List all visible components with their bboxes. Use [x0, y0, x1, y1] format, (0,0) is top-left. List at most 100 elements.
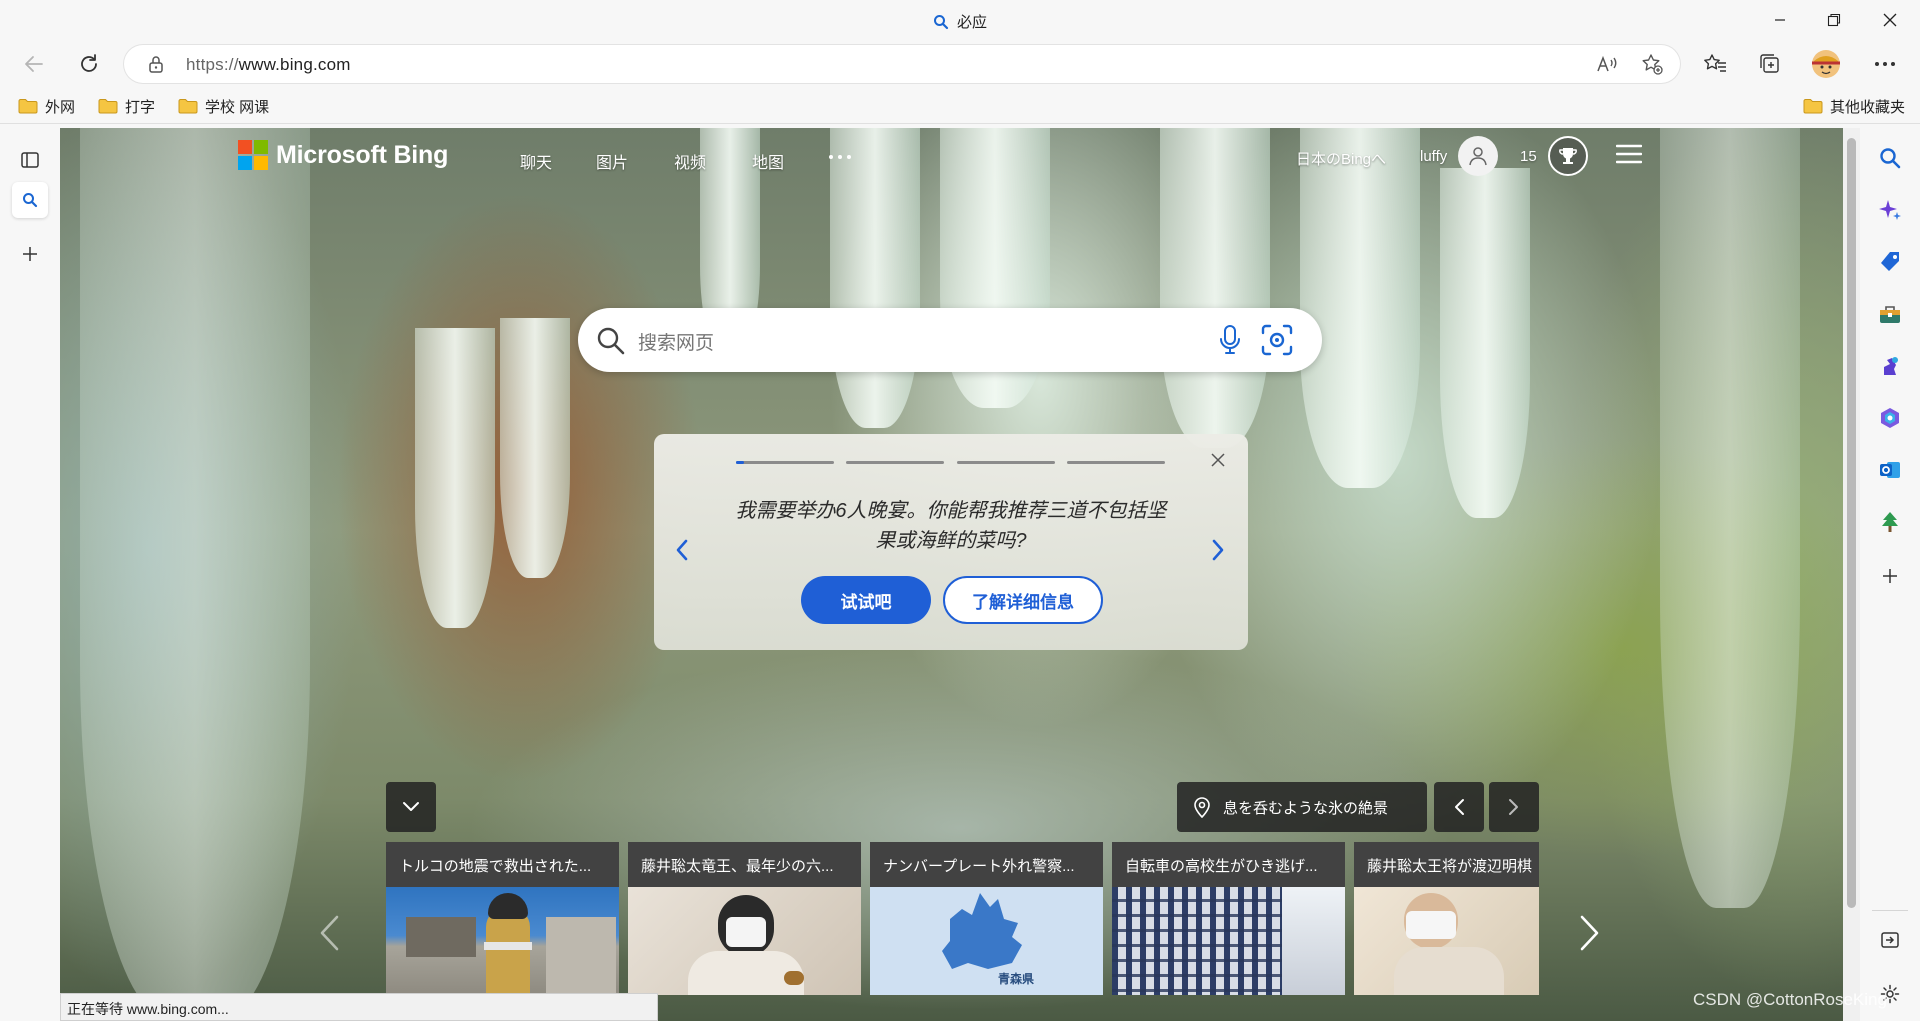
news-thumbnail [386, 887, 619, 995]
bing-logo[interactable]: Microsoft Bing [238, 140, 448, 170]
profile-avatar-button[interactable] [1808, 46, 1844, 82]
user-avatar-icon [1469, 147, 1487, 166]
chevron-left-icon [676, 539, 688, 561]
address-row: https://www.bing.com [0, 40, 1920, 88]
bookmark-folder-waiwang[interactable]: 外网 [18, 94, 75, 118]
collapse-feed-button[interactable] [386, 782, 436, 832]
vertical-tabs-panel [0, 124, 60, 1021]
scrollbar-thumb[interactable] [1847, 138, 1856, 908]
nav-chat[interactable]: 聊天 [520, 149, 552, 173]
sidebar-copilot-button[interactable] [1872, 192, 1908, 228]
card-close-button[interactable] [1210, 452, 1226, 473]
news-card[interactable]: ナンバープレート外れ警察... 青森県 [870, 842, 1103, 995]
sidebar-games-button[interactable] [1872, 348, 1908, 384]
bing-search-icon [23, 193, 38, 208]
folder-icon [18, 99, 38, 114]
bookmark-folder-school[interactable]: 学校 网课 [178, 94, 269, 118]
vertical-scrollbar[interactable] [1843, 128, 1860, 1021]
news-card[interactable]: 藤井聡太竜王、最年少の六... [628, 842, 861, 995]
chevron-left-icon [320, 915, 339, 951]
voice-search-button[interactable] [1218, 324, 1242, 361]
card-prev-button[interactable] [674, 538, 690, 567]
tab-bing[interactable] [12, 182, 48, 218]
page-viewport: Microsoft Bing 聊天 图片 视频 地图 日本のBingへ luff… [60, 128, 1843, 1021]
sidebar-add-button[interactable] [1872, 558, 1908, 594]
bing-search-icon [933, 15, 949, 30]
nav-more-button[interactable] [828, 140, 852, 166]
status-bar: 正在等待 www.bing.com... [60, 993, 658, 1021]
news-next-button[interactable] [1579, 914, 1601, 957]
nav-maps[interactable]: 地图 [752, 149, 784, 173]
search-box[interactable]: 搜索网页 [578, 308, 1322, 372]
favorites-button[interactable] [1697, 46, 1733, 82]
close-icon [1883, 13, 1897, 27]
restore-button[interactable] [1806, 0, 1862, 40]
minimize-icon [1775, 19, 1785, 21]
try-button[interactable]: 试试吧 [801, 576, 931, 624]
lock-icon[interactable] [148, 55, 164, 78]
favorites-icon [1704, 54, 1726, 72]
hide-sidebar-button[interactable] [1872, 922, 1908, 958]
prev-image-button[interactable] [1434, 782, 1484, 832]
sidebar-tools-button[interactable] [1872, 296, 1908, 332]
news-card[interactable]: 藤井聡太王将が渡辺明棋 [1354, 842, 1539, 995]
nav-videos[interactable]: 视频 [674, 149, 706, 173]
background-icicle [1300, 128, 1420, 488]
tab-actions-button[interactable] [12, 142, 48, 178]
map-label: 青森県 [998, 972, 1035, 986]
progress-step-2 [846, 461, 944, 464]
bing-logo-text: Microsoft Bing [276, 140, 449, 169]
sidebar-search-button[interactable] [1872, 140, 1908, 176]
close-icon [1211, 453, 1225, 467]
news-card[interactable]: 自転車の高校生がひき逃げ... [1112, 842, 1345, 995]
search-input[interactable]: 搜索网页 [638, 328, 714, 355]
trophy-icon [1559, 148, 1577, 164]
search-icon [1880, 148, 1901, 169]
rewards-button[interactable] [1548, 136, 1588, 176]
camera-search-icon [1261, 324, 1293, 356]
sidebar-shopping-button[interactable] [1872, 244, 1908, 280]
refresh-button[interactable] [71, 46, 107, 82]
refresh-icon [81, 54, 97, 72]
progress-step-1 [736, 461, 834, 464]
panel-collapse-icon [1881, 932, 1899, 948]
bookmark-folder-dazi[interactable]: 打字 [98, 94, 155, 118]
card-next-button[interactable] [1210, 538, 1226, 567]
region-link[interactable]: 日本のBingへ [1296, 148, 1386, 169]
url-text[interactable]: https://www.bing.com [186, 55, 351, 75]
sidebar-drop-button[interactable] [1872, 504, 1908, 540]
news-prev-button[interactable] [318, 914, 340, 957]
user-avatar-button[interactable] [1458, 136, 1498, 176]
news-card[interactable]: トルコの地震で救出された... [386, 842, 619, 995]
user-name[interactable]: luffy [1420, 148, 1447, 165]
learn-more-button[interactable]: 了解详细信息 [943, 576, 1103, 624]
settings-more-button[interactable] [1867, 46, 1903, 82]
image-info-button[interactable]: 息を呑むような氷の絶景 [1177, 782, 1427, 832]
other-favorites-folder[interactable]: 其他收藏夹 [1803, 94, 1905, 118]
close-window-button[interactable] [1862, 0, 1918, 40]
next-image-button[interactable] [1489, 782, 1539, 832]
menu-button[interactable] [1615, 143, 1643, 170]
minimize-button[interactable] [1752, 0, 1808, 40]
star-add-icon [1642, 54, 1663, 75]
sidebar-office-button[interactable] [1872, 400, 1908, 436]
read-aloud-icon [1597, 55, 1617, 72]
sidebar-outlook-button[interactable] [1872, 452, 1908, 488]
restore-icon [1827, 13, 1841, 27]
collections-button[interactable] [1752, 46, 1788, 82]
folder-icon [178, 99, 198, 114]
folder-icon [98, 99, 118, 114]
rewards-points[interactable]: 15 [1520, 148, 1537, 165]
folder-icon [1803, 99, 1823, 114]
chevron-right-icon [1509, 799, 1518, 815]
address-bar[interactable]: https://www.bing.com [124, 45, 1680, 83]
new-tab-button[interactable] [12, 236, 48, 272]
back-button[interactable] [16, 46, 52, 82]
visual-search-button[interactable] [1260, 323, 1294, 362]
microsoft-logo-icon [238, 140, 268, 170]
bookmark-label: 学校 网课 [205, 98, 270, 116]
nav-images[interactable]: 图片 [596, 149, 628, 173]
news-title: 藤井聡太王将が渡辺明棋 [1354, 842, 1539, 887]
add-favorite-button[interactable] [1640, 53, 1664, 75]
read-aloud-button[interactable] [1595, 53, 1619, 75]
